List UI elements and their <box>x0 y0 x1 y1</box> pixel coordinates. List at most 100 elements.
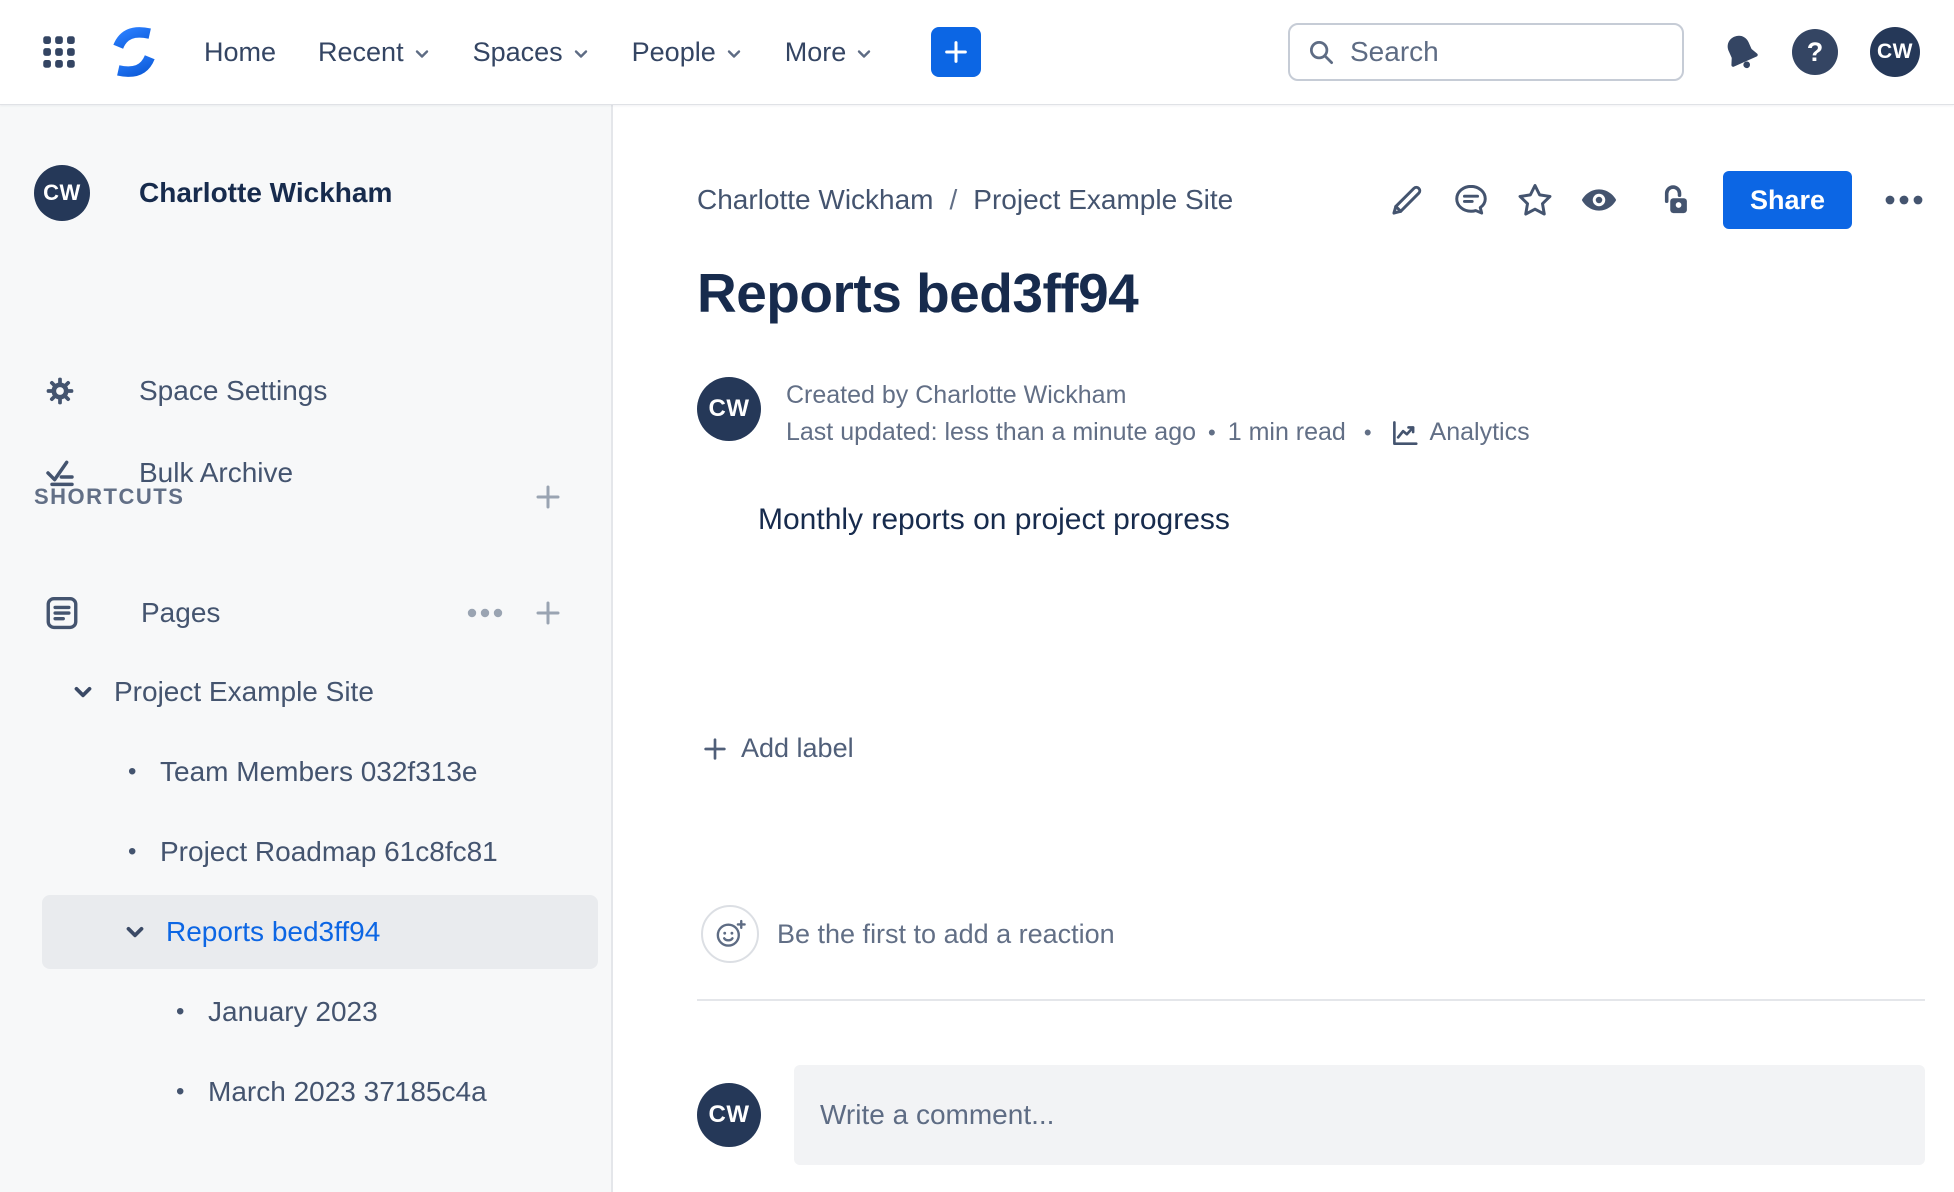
page-body-text: Monthly reports on project progress <box>758 503 1230 536</box>
section-divider <box>697 999 1925 1001</box>
page-more-icon[interactable] <box>1882 178 1926 222</box>
page-actions: Share <box>1365 171 1926 229</box>
nav-people[interactable]: People <box>632 37 743 68</box>
avatar-initials: CW <box>43 180 81 205</box>
edit-pencil-icon[interactable] <box>1385 178 1429 222</box>
space-settings-label: Space Settings <box>139 375 328 406</box>
selected-row-wrap: Reports bed3ff94 <box>0 895 613 969</box>
tree-item-january-2023[interactable]: • January 2023 <box>0 972 613 1052</box>
tree-item-label: January 2023 <box>208 996 378 1027</box>
analytics-chart-icon <box>1392 420 1418 445</box>
chevron-down-icon[interactable] <box>70 679 96 705</box>
tree-item-project-example-site[interactable]: Project Example Site <box>0 652 613 732</box>
chevron-down-icon <box>413 45 431 63</box>
search-icon <box>1306 37 1336 67</box>
nav-recent[interactable]: Recent <box>318 37 431 68</box>
notifications-bell-icon[interactable] <box>1720 31 1762 73</box>
page-header: Charlotte Wickham / Project Example Site <box>697 170 1926 230</box>
breadcrumb-parent-page[interactable]: Project Example Site <box>973 184 1233 216</box>
chevron-down-icon[interactable] <box>122 919 148 945</box>
avatar-initials: CW <box>708 1101 750 1128</box>
space-name: Charlotte Wickham <box>139 177 393 208</box>
dot-separator: • <box>1208 420 1216 445</box>
tree-item-reports-selected[interactable]: Reports bed3ff94 <box>42 895 598 969</box>
nav-people-label: People <box>631 36 716 67</box>
top-navbar: Home Recent Spaces People More Search ? … <box>0 0 1954 105</box>
tree-item-label: Reports bed3ff94 <box>166 916 381 947</box>
add-page-plus-icon[interactable] <box>533 598 563 628</box>
breadcrumb: Charlotte Wickham / Project Example Site <box>697 184 1233 216</box>
nav-more-label: More <box>784 36 847 67</box>
help-glyph: ? <box>1806 36 1824 67</box>
nav-home-label: Home <box>204 36 277 67</box>
tree-item-label: Team Members 032f313e <box>160 756 478 787</box>
user-avatar[interactable]: CW <box>1870 27 1920 77</box>
tree-item-label: Project Roadmap 61c8fc81 <box>160 836 498 867</box>
nav-more[interactable]: More <box>785 37 874 68</box>
tree-item-team-members[interactable]: • Team Members 032f313e <box>0 732 613 812</box>
create-button[interactable] <box>931 27 982 77</box>
star-favorite-icon[interactable] <box>1513 178 1557 222</box>
created-by: Created by Charlotte Wickham <box>786 381 1127 409</box>
page-tree: Project Example Site • Team Members 032f… <box>0 652 613 1132</box>
space-header[interactable]: CW Charlotte Wickham <box>34 165 392 221</box>
read-time: 1 min read <box>1227 418 1346 446</box>
add-reaction-button[interactable] <box>701 905 759 963</box>
tree-item-label: Project Example Site <box>114 676 374 707</box>
comment-bubble-icon[interactable] <box>1449 178 1493 222</box>
nav-recent-label: Recent <box>318 36 404 67</box>
commenter-avatar: CW <box>697 1083 761 1147</box>
watch-eye-icon[interactable] <box>1577 178 1621 222</box>
unlock-icon[interactable] <box>1653 178 1697 222</box>
page-title: Reports bed3ff94 <box>697 262 1139 324</box>
bullet-icon: • <box>176 1078 185 1105</box>
tree-item-project-roadmap[interactable]: • Project Roadmap 61c8fc81 <box>0 812 613 892</box>
chevron-down-icon <box>725 45 743 63</box>
space-sidebar: CW Charlotte Wickham Space Settings Bulk… <box>0 105 613 1192</box>
tree-item-label: March 2023 37185c4a <box>208 1076 487 1107</box>
add-label-text: Add label <box>741 733 854 763</box>
breadcrumb-space[interactable]: Charlotte Wickham <box>697 184 934 216</box>
page-content: Charlotte Wickham / Project Example Site <box>615 105 1954 1192</box>
search-input[interactable] <box>1350 36 1650 68</box>
nav-spaces[interactable]: Spaces <box>473 37 590 68</box>
pages-section-header[interactable]: Pages <box>34 589 563 637</box>
avatar-initials: CW <box>1877 40 1913 63</box>
dot-separator: • <box>1363 420 1372 445</box>
add-shortcut-plus-icon[interactable] <box>533 482 563 512</box>
search-box[interactable] <box>1288 23 1684 81</box>
bullet-icon: • <box>128 838 137 865</box>
comment-input[interactable] <box>794 1065 1925 1165</box>
pages-document-icon <box>42 593 82 633</box>
sidebar-item-space-settings[interactable]: Space Settings <box>44 373 327 409</box>
plus-icon <box>701 735 729 763</box>
analytics-link[interactable]: Analytics <box>1390 414 1530 451</box>
last-updated[interactable]: Last updated: less than a minute ago <box>786 414 1196 451</box>
avatar-initials: CW <box>708 395 750 422</box>
breadcrumb-separator: / <box>949 184 958 215</box>
share-button[interactable]: Share <box>1722 171 1852 229</box>
app-switcher-icon[interactable] <box>38 31 80 73</box>
space-avatar: CW <box>34 165 90 221</box>
gear-icon <box>44 375 76 407</box>
reaction-row: Be the first to add a reaction <box>701 905 1115 963</box>
byline: CW Created by Charlotte Wickham Last upd… <box>697 377 1530 451</box>
add-label-button[interactable]: Add label <box>701 733 854 764</box>
pages-label: Pages <box>141 597 221 628</box>
reaction-prompt: Be the first to add a reaction <box>777 918 1115 949</box>
author-avatar[interactable]: CW <box>697 377 761 441</box>
plus-icon <box>942 38 970 66</box>
smiley-plus-icon <box>716 919 746 947</box>
analytics-label: Analytics <box>1429 418 1530 446</box>
chevron-down-icon <box>855 45 873 63</box>
chevron-down-icon <box>572 45 590 63</box>
pages-more-icon[interactable] <box>465 607 505 619</box>
confluence-logo-icon[interactable] <box>106 24 162 80</box>
nav-home[interactable]: Home <box>204 37 276 68</box>
bullet-icon: • <box>176 998 185 1025</box>
shortcuts-section-header: SHORTCUTS <box>34 481 563 513</box>
nav-spaces-label: Spaces <box>472 36 563 67</box>
help-icon[interactable]: ? <box>1792 29 1838 75</box>
tree-item-march-2023[interactable]: • March 2023 37185c4a <box>0 1052 613 1132</box>
shortcuts-label: SHORTCUTS <box>34 484 185 509</box>
